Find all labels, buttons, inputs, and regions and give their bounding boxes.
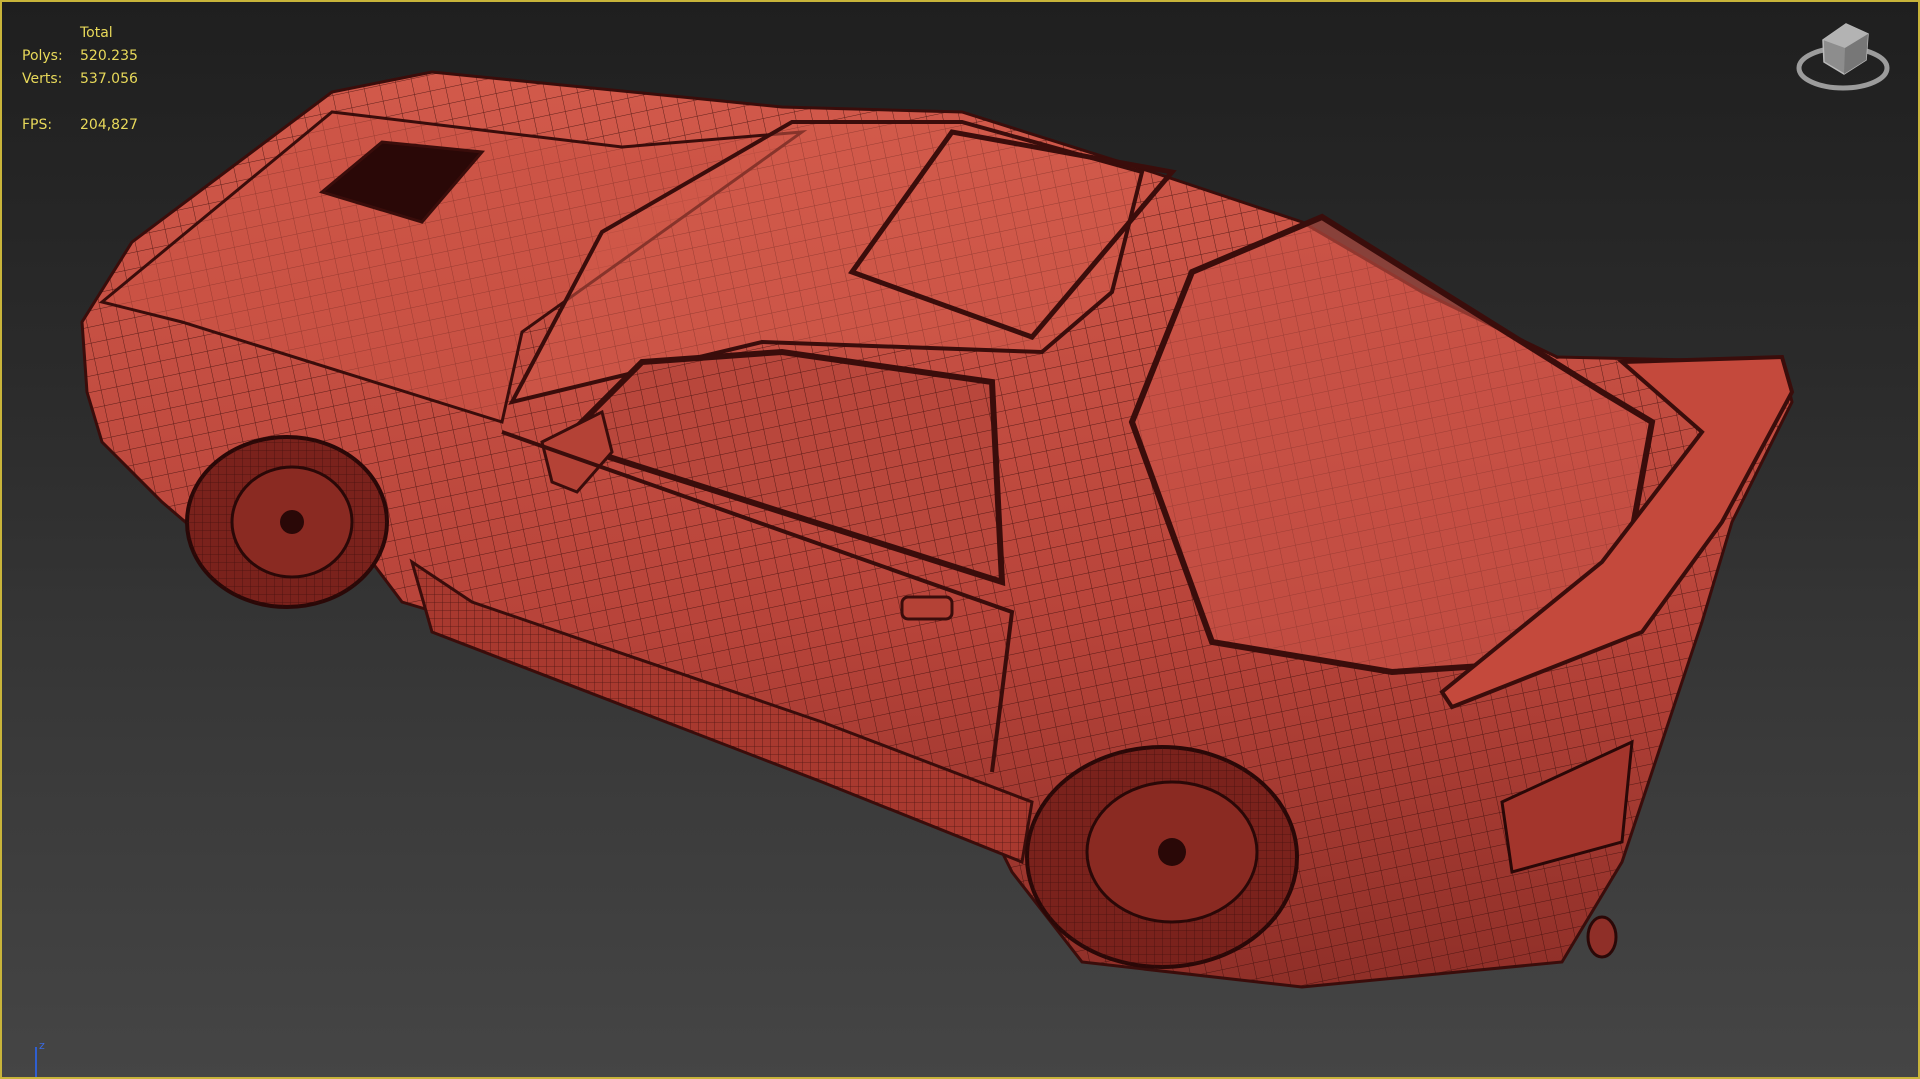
viewcube-icon[interactable] <box>1788 10 1898 100</box>
axis-tripod-icon: z <box>35 1039 45 1077</box>
front-wheel <box>185 435 389 609</box>
rear-wheel <box>1025 745 1299 969</box>
axis-z-label: z <box>39 1039 45 1052</box>
perspective-viewport[interactable]: Total Polys: 520.235 Verts: 537.056 FPS: 20… <box>0 0 1920 1079</box>
car-wireframe-model[interactable] <box>2 2 1918 1077</box>
door-handle <box>900 595 954 621</box>
exhaust-pipe <box>1586 915 1618 959</box>
